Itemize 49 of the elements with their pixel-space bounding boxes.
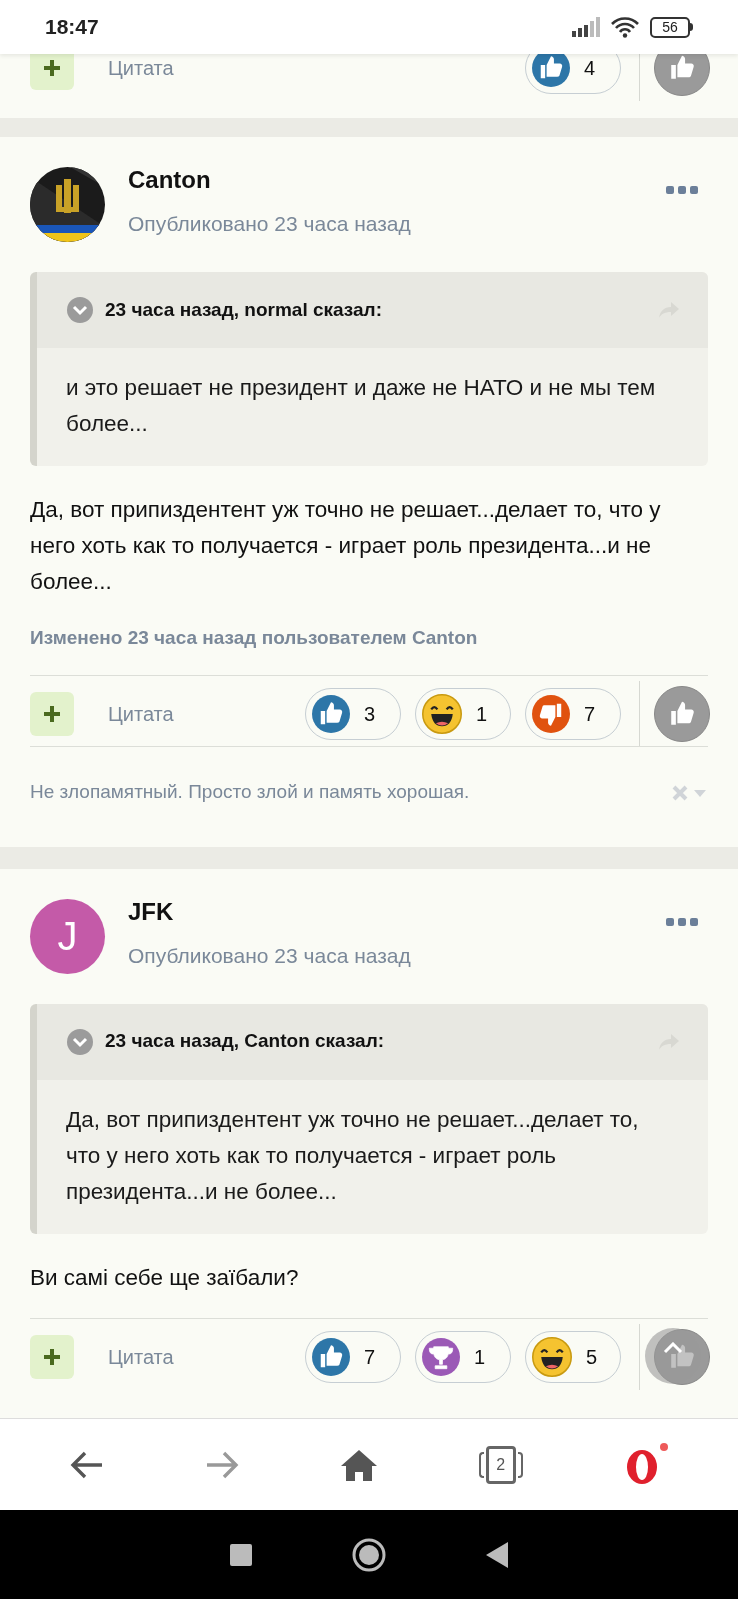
thumbs-up-icon: [312, 1337, 350, 1376]
post-date: Опубликовано 23 часа назад: [128, 211, 411, 237]
reaction-count: 5: [586, 1344, 598, 1370]
post-text: Да, вот припиздентент уж точно не решает...делает то, что у него хоть как то получается - играет роль президента...и не более...: [30, 496, 662, 596]
recents-icon[interactable]: [230, 1543, 252, 1566]
author-name[interactable]: Canton: [128, 165, 411, 195]
trophy-icon: [422, 1337, 460, 1376]
edited-note: Изменено 23 часа назад пользователем Canton: [30, 626, 479, 650]
reaction-count: 1: [474, 1344, 486, 1370]
add-button[interactable]: [30, 691, 74, 736]
like-button[interactable]: [654, 1328, 710, 1385]
home-circle-icon[interactable]: [352, 1537, 386, 1572]
add-button[interactable]: [30, 1334, 74, 1379]
plus-icon: [43, 704, 61, 723]
wifi-icon: [610, 16, 640, 38]
post-text: Ви самі себе ще заїбали?: [30, 1263, 300, 1292]
forward-icon[interactable]: [205, 1450, 240, 1479]
laughing-face-icon: [422, 693, 462, 734]
reaction-count: 1: [476, 701, 488, 727]
add-button[interactable]: [30, 54, 74, 90]
thumbs-down-icon: [532, 694, 570, 733]
back-triangle-icon[interactable]: [486, 1541, 508, 1568]
reaction-count: 3: [364, 701, 376, 727]
reaction-count: 7: [584, 701, 596, 727]
quote-text: и это решает не президент и даже не НАТО и не мы тем более...: [65, 374, 657, 438]
avatar[interactable]: J: [30, 898, 105, 974]
post-date: Опубликовано 23 часа назад: [128, 942, 411, 969]
plus-icon: [43, 1347, 61, 1366]
home-icon[interactable]: [340, 1447, 378, 1482]
plus-icon: [43, 59, 61, 77]
laughing-face-icon: [532, 1336, 572, 1377]
signal-icon: [572, 17, 600, 37]
chevron-down-icon[interactable]: [67, 297, 93, 323]
quote-header: 23 часа назад, Canton сказал:: [105, 1029, 385, 1054]
clock: 18:47: [45, 14, 99, 41]
more-icon[interactable]: [666, 185, 698, 195]
back-icon[interactable]: [70, 1450, 105, 1479]
like-button[interactable]: [654, 54, 710, 96]
author-name[interactable]: JFK: [128, 896, 411, 927]
signature: Не злопамятный. Просто злой и память хорошая.: [30, 780, 470, 805]
chevron-down-icon[interactable]: [67, 1028, 93, 1055]
reaction-count: 4: [584, 56, 596, 81]
battery-icon: 56: [650, 16, 693, 38]
chevron-up-icon: [663, 1342, 683, 1354]
thumbs-up-icon: [312, 694, 350, 733]
quote-header: 23 часа назад, normal сказал:: [105, 297, 382, 322]
more-icon[interactable]: [666, 916, 698, 927]
quote-text: Да, вот припиздентент уж точно не решает...делает то, что у него хоть как то получается - играет роль президента...и не более...: [65, 1105, 640, 1206]
reaction-count: 7: [364, 1344, 376, 1370]
